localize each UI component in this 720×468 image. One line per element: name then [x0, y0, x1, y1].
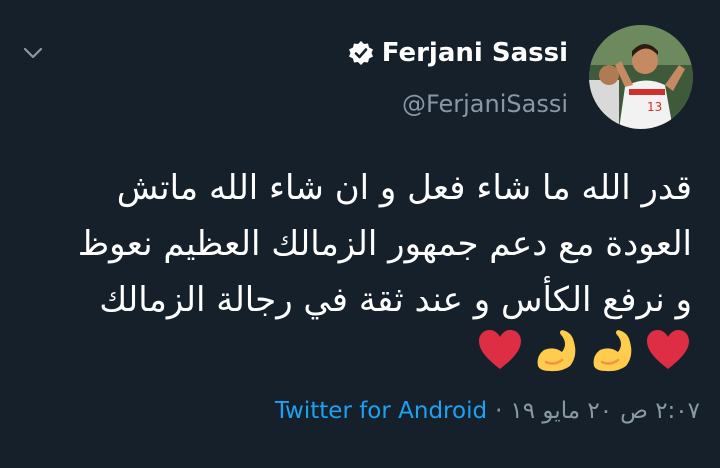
user-name-row[interactable]: Ferjani Sassi [348, 38, 568, 68]
display-name: Ferjani Sassi [381, 38, 568, 68]
tweet-line: العودة مع دعم جمهور الزمالك العظيم نعوظ [77, 224, 692, 264]
avatar[interactable]: 13 [589, 25, 693, 129]
verified-badge-icon [348, 41, 373, 65]
tweet-date[interactable]: ٢٠ مايو ١٩ [510, 398, 612, 424]
tweet-source-link[interactable]: Twitter for Android [275, 398, 487, 424]
avatar-image: 13 [589, 25, 693, 129]
user-handle[interactable]: @FerjaniSassi [402, 90, 568, 118]
jersey-number: 13 [647, 100, 662, 114]
tweet-emojis [476, 326, 692, 374]
tweet-time[interactable]: ٢:٠٧ ص [620, 398, 700, 424]
tweet-meta: Twitter for Android · ٢٠ مايو ١٩ ٢:٠٧ ص [275, 398, 700, 424]
red-heart-icon [479, 330, 521, 369]
red-heart-icon [647, 330, 689, 369]
flexed-biceps-icon [537, 330, 576, 372]
tweet-line: قدر الله ما شاء فعل و ان شاء الله ماتش [116, 168, 692, 208]
chevron-down-icon[interactable] [22, 42, 44, 64]
flexed-biceps-icon [593, 330, 632, 372]
tweet-text: قدر الله ما شاء فعل و ان شاء الله ماتش ا… [20, 160, 692, 328]
meta-separator: · [495, 398, 503, 424]
tweet-line: و نرفع الكأس و عند ثقة في رجالة الزمالك [99, 280, 692, 320]
